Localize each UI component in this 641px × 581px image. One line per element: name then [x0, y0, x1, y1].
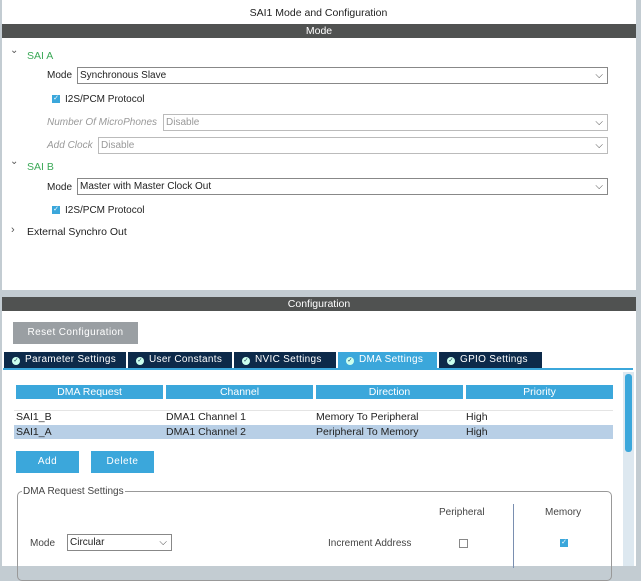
window-title: SAI1 Mode and Configuration [249, 7, 388, 19]
add-button[interactable]: Add [16, 451, 79, 473]
sai-b-mode-value: Master with Master Clock Out [80, 181, 212, 192]
column-header-dma-request[interactable]: DMA Request [16, 385, 163, 399]
cell: Memory To Peripheral [316, 411, 419, 423]
peripheral-label: Peripheral [439, 507, 485, 518]
check-circle-icon: ✓ [12, 357, 20, 365]
table-row-selected[interactable] [14, 425, 613, 439]
delete-button[interactable]: Delete [91, 451, 154, 473]
column-header-direction[interactable]: Direction [316, 385, 463, 399]
column-divider [513, 504, 514, 568]
ext-sync-chevron-icon[interactable]: › [11, 224, 15, 236]
tab-user-constants[interactable]: ✓ User Constants [128, 352, 232, 368]
tab-label: DMA Settings [359, 354, 424, 365]
chevron-down-icon: ⌵ [595, 70, 603, 81]
check-circle-icon: ✓ [447, 357, 455, 365]
mics-select[interactable]: Disable ⌵ [163, 114, 608, 131]
cell: High [466, 411, 488, 423]
sai-b-mode-select[interactable]: Master with Master Clock Out ⌵ [77, 178, 608, 195]
tab-underline [3, 368, 633, 370]
check-circle-icon: ✓ [242, 357, 250, 365]
chevron-down-icon: ⌵ [595, 181, 603, 192]
sai-b-i2s-checkbox[interactable]: ✓ [52, 206, 60, 214]
memory-label: Memory [545, 507, 582, 518]
add-clock-value: Disable [101, 140, 135, 151]
sai-b-chevron-icon[interactable]: ⌄ [10, 156, 18, 167]
table-row[interactable] [14, 410, 613, 424]
tab-label: NVIC Settings [255, 354, 322, 365]
mics-label: Number Of MicroPhones [47, 117, 158, 128]
tab-dma-settings[interactable]: ✓ DMA Settings [338, 352, 437, 368]
sai-a-i2s-label: I2S/PCM Protocol [65, 94, 145, 105]
column-header-priority[interactable]: Priority [466, 385, 613, 399]
group-title: DMA Request Settings [22, 486, 125, 497]
sai-b-i2s-label: I2S/PCM Protocol [65, 205, 145, 216]
memory-increment-checkbox[interactable]: ✓ [560, 539, 568, 547]
check-circle-icon: ✓ [136, 357, 144, 365]
scrollbar-thumb[interactable] [625, 374, 632, 452]
sai-a-label[interactable]: SAI A [27, 50, 53, 62]
sai-b-label[interactable]: SAI B [27, 161, 54, 173]
tab-label: GPIO Settings [460, 354, 528, 365]
check-circle-icon: ✓ [346, 357, 354, 365]
sai-a-mode-label: Mode [47, 70, 73, 81]
mode-label: Mode [30, 538, 56, 549]
cell: DMA1 Channel 2 [166, 426, 246, 438]
sai-a-mode-value: Synchronous Slave [80, 70, 167, 81]
cell: Peripheral To Memory [316, 426, 419, 438]
cell: SAI1_A [16, 426, 52, 438]
cell: SAI1_B [16, 411, 52, 423]
chevron-down-icon: ⌵ [595, 117, 603, 128]
cell: DMA1 Channel 1 [166, 411, 246, 423]
ext-sync-label[interactable]: External Synchro Out [27, 226, 127, 238]
cell: High [466, 426, 488, 438]
chevron-down-icon: ⌵ [595, 140, 603, 151]
tab-label: User Constants [149, 354, 223, 365]
config-header: Configuration [2, 297, 636, 311]
add-clock-label: Add Clock [47, 140, 93, 151]
increment-address-label: Increment Address [328, 538, 412, 549]
reset-configuration-button[interactable]: Reset Configuration [13, 322, 138, 344]
column-header-channel[interactable]: Channel [166, 385, 313, 399]
tab-nvic-settings[interactable]: ✓ NVIC Settings [234, 352, 336, 368]
sai-a-i2s-checkbox[interactable]: ✓ [52, 95, 60, 103]
dma-mode-value: Circular [70, 537, 105, 548]
sai-a-chevron-icon[interactable]: ⌄ [10, 45, 18, 56]
tab-parameter-settings[interactable]: ✓ Parameter Settings [4, 352, 126, 368]
tab-label: Parameter Settings [25, 354, 116, 365]
mics-value: Disable [166, 117, 200, 128]
dma-mode-select[interactable]: Circular ⌵ [67, 534, 172, 551]
tab-gpio-settings[interactable]: ✓ GPIO Settings [439, 352, 542, 368]
mode-header: Mode [2, 24, 636, 38]
peripheral-increment-checkbox[interactable] [459, 539, 468, 548]
chevron-down-icon: ⌵ [159, 537, 167, 548]
sai-b-mode-label: Mode [47, 182, 73, 193]
add-clock-select[interactable]: Disable ⌵ [98, 137, 608, 154]
sai-a-mode-select[interactable]: Synchronous Slave ⌵ [77, 67, 608, 84]
